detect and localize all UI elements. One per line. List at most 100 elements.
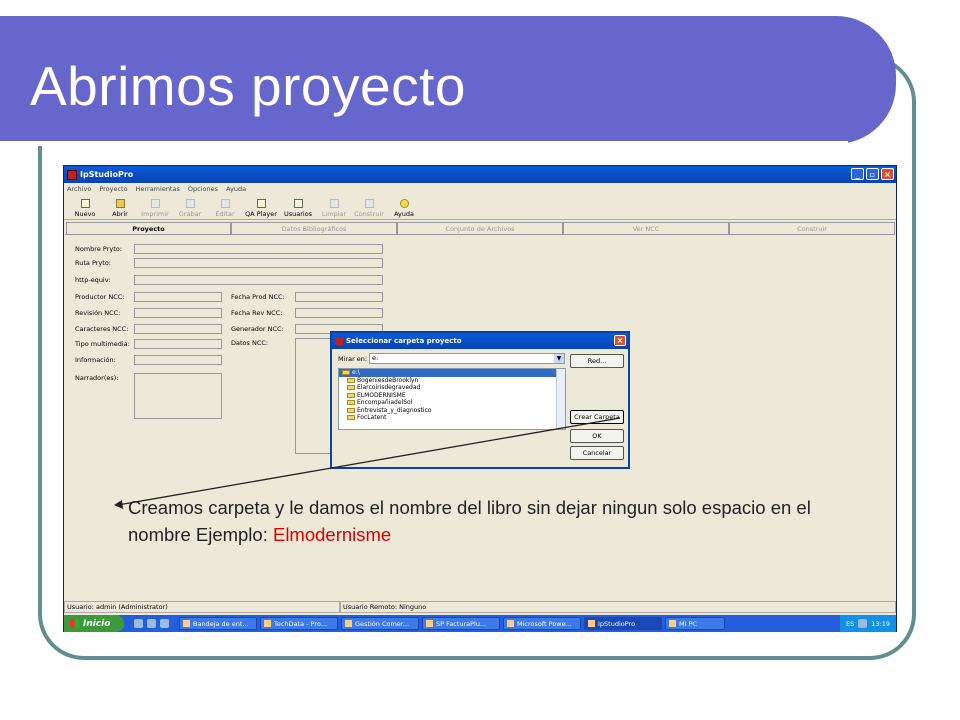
folder-list[interactable]: e:\ BogeniesdeBrooklyn Elarcoirisdegrave… [338, 368, 566, 430]
look-in-label: Mirar en: [338, 355, 368, 363]
help-icon [399, 199, 409, 208]
network-button[interactable]: Red... [570, 354, 624, 368]
folder-item[interactable]: Elarcoirisdegravedad [339, 384, 565, 392]
folder-item[interactable]: EncompañiadelSol [339, 399, 565, 407]
informacion-field[interactable] [134, 355, 222, 365]
task-ipstudiopro[interactable]: IpStudioPro [584, 617, 662, 630]
fecha-rev-field[interactable] [295, 308, 383, 318]
tipo-field[interactable] [134, 339, 222, 349]
menu-bar: Archivo Proyecto Herramientas Opciones A… [64, 183, 896, 194]
build-icon [364, 199, 374, 208]
broom-icon [329, 199, 339, 208]
tab-strip: Proyecto Datos Bibliográficos Conjunto d… [64, 222, 896, 234]
narrador-field[interactable] [134, 373, 222, 419]
new-file-icon [80, 199, 90, 208]
new-label: Nuevo [74, 210, 96, 218]
folder-name: ELMODERNISME [357, 391, 406, 399]
dialog-close-button[interactable]: × [614, 335, 626, 346]
tab-datos-bibliograficos[interactable]: Datos Bibliográficos [231, 222, 397, 234]
close-button[interactable]: × [881, 168, 894, 180]
taskbar: Inicio Bandeja de ent... TechData - Pro.… [64, 615, 896, 632]
record-button[interactable]: Grabar [173, 195, 207, 219]
task-powerpoint[interactable]: Microsoft Powe... [503, 617, 581, 630]
folder-icon [347, 377, 355, 383]
title-band: Abrimos proyecto [0, 16, 896, 146]
folder-name: FocLatent [357, 414, 387, 422]
clean-label: Limpiar [321, 210, 347, 218]
folder-icon [347, 385, 355, 391]
ok-button[interactable]: OK [570, 429, 624, 443]
menu-opciones[interactable]: Opciones [188, 185, 218, 193]
folder-item[interactable]: ELMODERNISME [339, 392, 565, 400]
folder-item[interactable]: FocLatent [339, 414, 565, 422]
slide-title: Abrimos proyecto [30, 55, 466, 117]
ruta-field[interactable] [134, 258, 383, 268]
task-label: Mi PC [679, 619, 697, 628]
tipo-label: Tipo multimedia: [75, 340, 130, 348]
task-sp-factura[interactable]: SP FacturaPlu... [422, 617, 500, 630]
folder-item[interactable]: Entrevista_y_diagnostico [339, 407, 565, 415]
users-button[interactable]: Usuarios [280, 195, 316, 219]
chevron-down-icon[interactable]: ▼ [554, 354, 564, 363]
task-label: SP FacturaPlu... [436, 619, 487, 628]
http-field[interactable] [134, 275, 383, 285]
restore-button[interactable]: ▫ [866, 168, 879, 180]
fecha-prod-field[interactable] [295, 292, 383, 302]
fecha-rev-label: Fecha Rev NCC: [231, 309, 283, 317]
app-icon [67, 169, 77, 180]
quicklaunch-icon[interactable] [134, 619, 143, 628]
informacion-label: Información: [75, 356, 116, 364]
qa-player-button[interactable]: QA Player [243, 195, 279, 219]
folder-list-scrollbar[interactable] [556, 369, 565, 429]
task-bandeja[interactable]: Bandeja de ent... [179, 617, 257, 630]
menu-herramientas[interactable]: Herramientas [136, 185, 180, 193]
new-button[interactable]: Nuevo [68, 195, 102, 219]
generador-label: Generador NCC: [231, 325, 284, 333]
menu-archivo[interactable]: Archivo [67, 185, 91, 193]
folder-item[interactable]: e:\ [339, 369, 565, 377]
tray-icon[interactable] [858, 619, 868, 628]
print-button[interactable]: Imprimir [138, 195, 172, 219]
edit-button[interactable]: Editar [208, 195, 242, 219]
caracteres-field[interactable] [134, 324, 222, 334]
folder-item[interactable]: BogeniesdeBrooklyn [339, 377, 565, 385]
edit-icon [220, 199, 230, 208]
app-icon [588, 620, 595, 627]
task-gestion[interactable]: Gestión Comer... [341, 617, 419, 630]
tab-proyecto[interactable]: Proyecto [66, 222, 231, 234]
revision-field[interactable] [134, 308, 222, 318]
folder-icon [347, 392, 355, 398]
build-button[interactable]: Construir [352, 195, 386, 219]
users-icon [293, 199, 303, 208]
productor-field[interactable] [134, 292, 222, 302]
look-in-select[interactable]: e: ▼ [369, 353, 565, 364]
task-mi-pc[interactable]: Mi PC [665, 617, 725, 630]
tab-ver-ncc[interactable]: Ver NCC [563, 222, 729, 234]
quicklaunch-icon[interactable] [147, 619, 156, 628]
printer-icon [150, 199, 160, 208]
task-label: Microsoft Powe... [517, 619, 572, 628]
open-button[interactable]: Abrir [103, 195, 137, 219]
dialog-titlebar: Seleccionar carpeta proyecto × [332, 333, 628, 349]
nombre-field[interactable] [134, 244, 383, 254]
task-techdata[interactable]: TechData - Pro... [260, 617, 338, 630]
folder-name: Entrevista_y_diagnostico [357, 406, 432, 414]
tab-conjunto-archivos[interactable]: Conjunto de Archivos [397, 222, 563, 234]
powerpoint-icon [507, 620, 514, 627]
help-button[interactable]: Ayuda [387, 195, 421, 219]
clean-button[interactable]: Limpiar [317, 195, 351, 219]
app-icon [264, 620, 271, 627]
quicklaunch-icon[interactable] [160, 619, 169, 628]
productor-label: Productor NCC: [75, 293, 125, 301]
tab-construir[interactable]: Construir [729, 222, 895, 234]
folder-name: BogeniesdeBrooklyn [357, 376, 419, 384]
create-folder-button[interactable]: Crear Carpeta [570, 410, 624, 424]
app-icon [345, 620, 352, 627]
menu-ayuda[interactable]: Ayuda [226, 185, 246, 193]
qa-player-label: QA Player [245, 210, 277, 218]
cancel-button[interactable]: Cancelar [570, 446, 624, 460]
menu-proyecto[interactable]: Proyecto [99, 185, 127, 193]
language-indicator[interactable]: ES [846, 620, 854, 628]
minimize-button[interactable]: _ [851, 168, 864, 180]
start-button[interactable]: Inicio [64, 615, 124, 632]
